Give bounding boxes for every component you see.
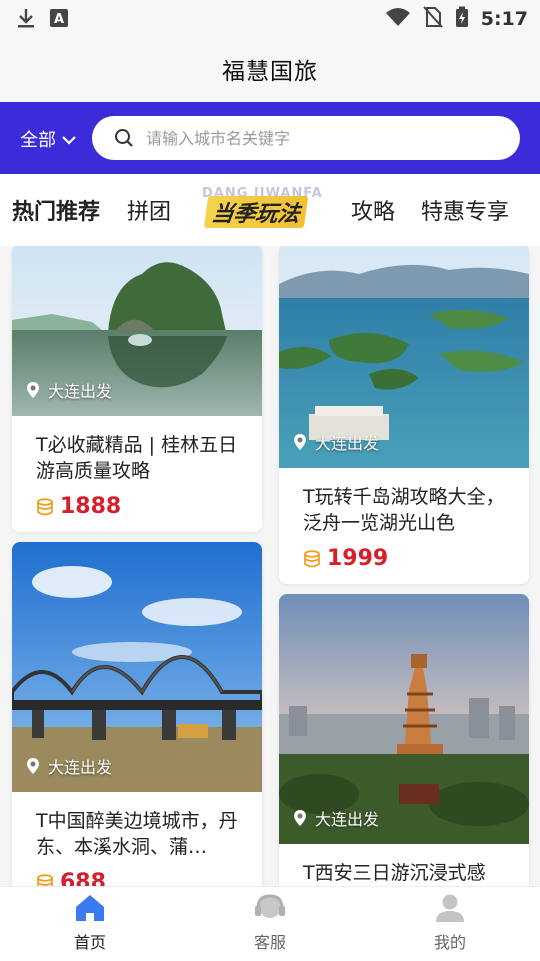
location-label: 大连出发: [315, 434, 380, 453]
tab-label: 特惠专享: [421, 200, 510, 225]
headset-icon: [255, 894, 285, 918]
region-dropdown[interactable]: 全部: [20, 126, 76, 152]
trip-title: T中国醉美边境城市，丹东、本溪水洞、蒲…: [36, 810, 238, 858]
app-header: 福慧国旅: [0, 36, 540, 102]
location-pin-icon: [27, 382, 39, 398]
user-icon: [436, 894, 464, 922]
trip-price: 1999: [303, 546, 529, 571]
trip-card[interactable]: 大连出发 T玩转千岛湖攻略大全，泛舟一览湖光山色 1999: [279, 246, 529, 584]
trip-photo: 大连出发: [12, 246, 262, 416]
nav-label: 首页: [73, 933, 106, 952]
nav-label: 客服: [253, 933, 286, 952]
search-box[interactable]: [92, 116, 520, 160]
location-label: 大连出发: [48, 758, 113, 777]
tab-label: 攻略: [351, 200, 396, 225]
coin-stack-icon: [37, 873, 53, 886]
location-label: 大连出发: [315, 810, 380, 829]
tab-guides[interactable]: 攻略: [351, 194, 395, 226]
nav-profile[interactable]: 我的: [360, 893, 540, 953]
trip-price: 688: [36, 870, 262, 886]
departure-location: 大连出发: [26, 378, 112, 402]
nav-label: 我的: [433, 933, 466, 952]
region-label: 全部: [20, 130, 56, 151]
download-icon: [16, 7, 36, 33]
departure-location: 大连出发: [293, 430, 379, 454]
departure-location: 大连出发: [26, 754, 112, 778]
battery-charging-icon: [455, 6, 469, 32]
search-band: 全部: [0, 102, 540, 174]
price-value: 688: [60, 870, 106, 886]
nav-customer-service[interactable]: 客服: [180, 893, 360, 953]
trip-photo: 大连出发: [12, 542, 262, 792]
tab-label: 拼团: [127, 200, 172, 225]
price-value: 1888: [60, 494, 122, 519]
tab-label: 热门推荐: [12, 200, 101, 225]
price-value: 1999: [327, 546, 389, 571]
trip-title: T必收藏精品 | 桂林五日游高质量攻略: [36, 434, 238, 482]
tab-hot[interactable]: 热门推荐: [12, 194, 101, 236]
tab-specials[interactable]: 特惠专享: [421, 194, 509, 226]
trip-photo: 大连出发: [279, 594, 529, 844]
location-pin-icon: [27, 758, 39, 774]
trip-title: T玩转千岛湖攻略大全，泛舟一览湖光山色: [303, 486, 505, 534]
active-tab-indicator: [22, 226, 101, 236]
trip-price: 1888: [36, 494, 262, 519]
svg-text:A: A: [54, 12, 64, 27]
bottom-nav: 首页 客服 我的: [0, 886, 540, 961]
trip-card[interactable]: 大连出发 T西安三日游沉浸式感: [279, 594, 529, 886]
home-icon: [76, 895, 104, 921]
trip-feed[interactable]: 大连出发 T必收藏精品 | 桂林五日游高质量攻略 1888 大连出发 T玩转千岛…: [0, 246, 540, 886]
tab-seasonal[interactable]: DANG JIWANFA 当季玩法: [198, 186, 326, 234]
location-label: 大连出发: [48, 382, 113, 401]
trip-card[interactable]: 大连出发 T中国醉美边境城市，丹东、本溪水洞、蒲… 688: [12, 542, 262, 886]
chevron-down-icon: [62, 129, 76, 150]
wifi-icon: [385, 7, 411, 31]
location-pin-icon: [294, 810, 306, 826]
trip-title: T西安三日游沉浸式感: [303, 862, 486, 884]
trip-photo: 大连出发: [279, 246, 529, 468]
coin-stack-icon: [37, 497, 53, 515]
trip-card[interactable]: 大连出发 T必收藏精品 | 桂林五日游高质量攻略 1888: [12, 246, 262, 532]
search-input[interactable]: [144, 127, 488, 149]
page-title: 福慧国旅: [222, 59, 318, 85]
font-a-icon: A: [50, 9, 68, 31]
nav-home[interactable]: 首页: [0, 893, 180, 953]
location-pin-icon: [294, 434, 306, 450]
status-bar: A 5:17: [0, 0, 540, 36]
clock: 5:17: [480, 8, 528, 30]
search-icon: [115, 129, 133, 147]
tab-label: 当季玩法: [203, 196, 309, 228]
tab-group-buy[interactable]: 拼团: [127, 194, 171, 226]
no-sim-icon: [422, 6, 443, 32]
departure-location: 大连出发: [293, 806, 379, 830]
coin-stack-icon: [304, 549, 320, 567]
